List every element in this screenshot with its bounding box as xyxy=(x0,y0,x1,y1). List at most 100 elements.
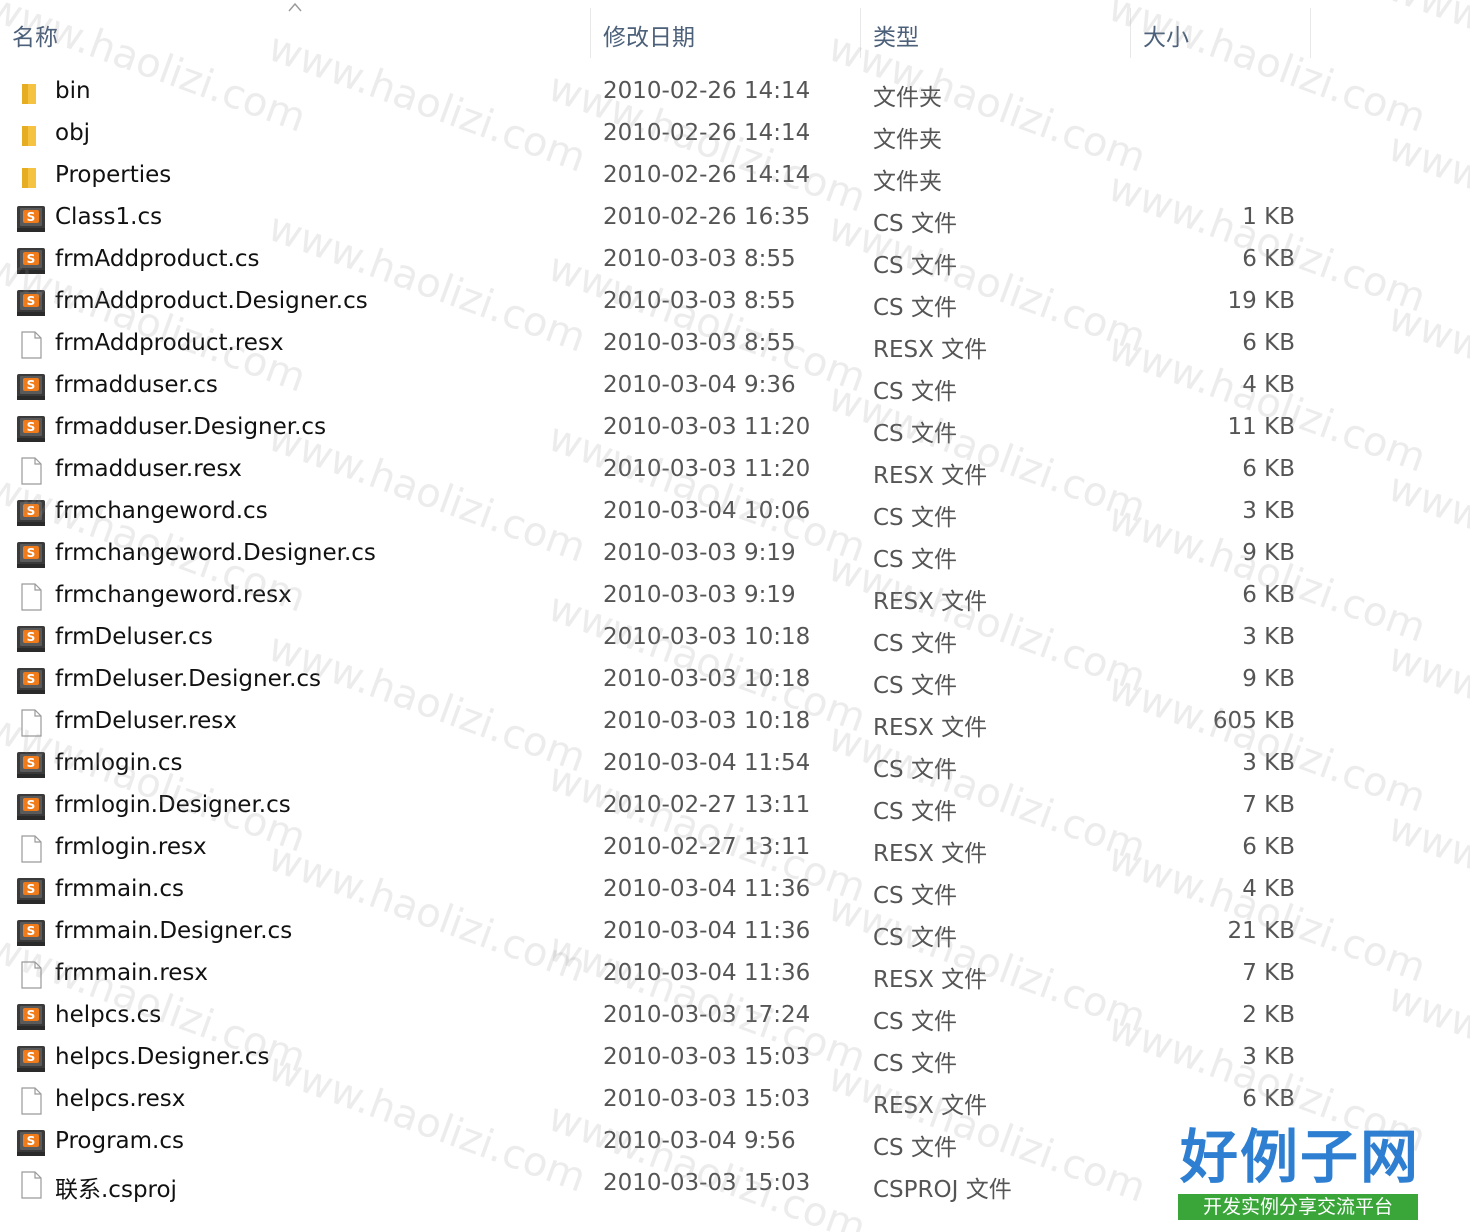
file-type: CS 文件 xyxy=(873,883,957,909)
file-size: 3 KB xyxy=(1242,498,1295,524)
column-header-date[interactable]: 修改日期 xyxy=(603,18,695,52)
file-name: helpcs.Designer.cs xyxy=(55,1044,270,1070)
file-name: Program.cs xyxy=(55,1128,184,1154)
svg-text:S: S xyxy=(27,378,36,392)
file-type: RESX 文件 xyxy=(873,715,988,741)
svg-text:S: S xyxy=(27,252,36,266)
file-name: 联系.csproj xyxy=(55,1177,177,1203)
column-header-name[interactable]: 名称 xyxy=(12,18,58,52)
cs-file-icon: S xyxy=(16,1128,46,1158)
cs-file-icon: S xyxy=(16,1044,46,1074)
list-item[interactable]: Sfrmlogin.Designer.cs 2010-02-27 13:11 CS … xyxy=(0,786,1470,828)
file-size: 6 KB xyxy=(1242,456,1295,482)
file-name: frmAddproduct.cs xyxy=(55,246,260,272)
file-size: 6 KB xyxy=(1242,582,1295,608)
file-modified-date: 2010-03-04 11:36 xyxy=(603,876,811,902)
file-modified-date: 2010-03-03 11:20 xyxy=(603,456,811,482)
list-item[interactable]: Sfrmadduser.cs 2010-03-04 9:36 CS 文件 4 KB xyxy=(0,366,1470,408)
file-name: frmDeluser.resx xyxy=(55,708,237,734)
blank-file-icon xyxy=(16,1170,46,1200)
file-modified-date: 2010-03-04 9:36 xyxy=(603,372,796,398)
svg-text:S: S xyxy=(27,546,36,560)
file-type: CS 文件 xyxy=(873,211,957,237)
list-item[interactable]: helpcs.resx 2010-03-03 15:03 RESX 文件 6 KB xyxy=(0,1080,1470,1122)
list-item[interactable]: frmAddproduct.resx 2010-03-03 8:55 RESX 文件… xyxy=(0,324,1470,366)
file-type: CS 文件 xyxy=(873,253,957,279)
file-modified-date: 2010-03-03 11:20 xyxy=(603,414,811,440)
file-type: CS 文件 xyxy=(873,1135,957,1161)
list-item[interactable]: frmmain.resx 2010-03-04 11:36 RESX 文件 7 KB xyxy=(0,954,1470,996)
list-item[interactable]: SfrmAddproduct.cs 2010-03-03 8:55 CS 文件 6 K… xyxy=(0,240,1470,282)
file-modified-date: 2010-03-03 8:55 xyxy=(603,246,796,272)
file-type: CS 文件 xyxy=(873,631,957,657)
column-divider[interactable] xyxy=(590,8,591,58)
list-item[interactable]: frmlogin.resx 2010-02-27 13:11 RESX 文件 6 KB xyxy=(0,828,1470,870)
list-item[interactable]: frmadduser.resx 2010-03-03 11:20 RESX 文件 6 … xyxy=(0,450,1470,492)
list-item[interactable]: Sfrmadduser.Designer.cs 2010-03-03 11:20 C… xyxy=(0,408,1470,450)
file-size: 7 KB xyxy=(1242,960,1295,986)
file-type: CS 文件 xyxy=(873,925,957,951)
file-modified-date: 2010-03-03 15:03 xyxy=(603,1044,811,1070)
file-type: RESX 文件 xyxy=(873,967,988,993)
cs-file-icon: S xyxy=(16,750,46,780)
list-item[interactable]: Sfrmlogin.cs 2010-03-04 11:54 CS 文件 3 KB xyxy=(0,744,1470,786)
file-type: 文件夹 xyxy=(873,127,942,153)
list-item[interactable]: S Class1.cs 2010-02-26 16:35 CS 文件 1 KB xyxy=(0,198,1470,240)
file-type: RESX 文件 xyxy=(873,1093,988,1119)
list-item[interactable]: Shelpcs.Designer.cs 2010-03-03 15:03 CS 文件… xyxy=(0,1038,1470,1080)
file-name: frmadduser.cs xyxy=(55,372,218,398)
list-item[interactable]: SfrmDeluser.Designer.cs 2010-03-03 10:18 C… xyxy=(0,660,1470,702)
list-item[interactable]: Shelpcs.cs 2010-03-03 17:24 CS 文件 2 KB xyxy=(0,996,1470,1038)
file-modified-date: 2010-02-27 13:11 xyxy=(603,792,811,818)
file-name: frmadduser.resx xyxy=(55,456,242,482)
list-item[interactable]: obj 2010-02-26 14:14 文件夹 xyxy=(0,114,1470,156)
column-divider[interactable] xyxy=(860,8,861,58)
list-item[interactable]: Sfrmchangeword.cs 2010-03-04 10:06 CS 文件 3 … xyxy=(0,492,1470,534)
list-item[interactable]: SfrmAddproduct.Designer.cs 2010-03-03 8:5… xyxy=(0,282,1470,324)
file-modified-date: 2010-02-26 16:35 xyxy=(603,204,811,230)
list-item[interactable]: Sfrmmain.cs 2010-03-04 11:36 CS 文件 4 KB xyxy=(0,870,1470,912)
file-list: bin 2010-02-26 14:14 文件夹 obj 2010-02-26 14:1… xyxy=(0,72,1470,1206)
list-item[interactable]: Properties 2010-02-26 14:14 文件夹 xyxy=(0,156,1470,198)
list-item[interactable]: frmchangeword.resx 2010-03-03 9:19 RESX 文件… xyxy=(0,576,1470,618)
column-divider[interactable] xyxy=(1130,8,1131,58)
list-item[interactable]: Sfrmmain.Designer.cs 2010-03-04 11:36 CS 文… xyxy=(0,912,1470,954)
file-modified-date: 2010-03-03 15:03 xyxy=(603,1086,811,1112)
file-size: 2 KB xyxy=(1242,1002,1295,1028)
sort-ascending-icon[interactable] xyxy=(288,2,302,12)
cs-file-icon: S xyxy=(16,204,46,234)
column-header-size[interactable]: 大小 xyxy=(1143,18,1189,52)
file-type: 文件夹 xyxy=(873,85,942,111)
file-type: CS 文件 xyxy=(873,547,957,573)
list-item[interactable]: Sfrmchangeword.Designer.cs 2010-03-03 9:1… xyxy=(0,534,1470,576)
folder-icon xyxy=(16,78,46,108)
file-modified-date: 2010-03-04 10:06 xyxy=(603,498,811,524)
folder-icon xyxy=(16,120,46,150)
file-size: 6 KB xyxy=(1242,1086,1295,1112)
logo-subtitle: 开发实例分享交流平台 xyxy=(1178,1194,1418,1220)
cs-file-icon: S xyxy=(16,540,46,570)
blank-file-icon xyxy=(16,834,46,864)
blank-file-icon xyxy=(16,960,46,990)
file-type: CS 文件 xyxy=(873,1009,957,1035)
file-modified-date: 2010-03-03 15:03 xyxy=(603,1170,811,1196)
file-type: CSPROJ 文件 xyxy=(873,1177,1012,1203)
file-modified-date: 2010-02-26 14:14 xyxy=(603,120,811,146)
column-header-type[interactable]: 类型 xyxy=(873,18,919,52)
file-name: obj xyxy=(55,120,91,146)
list-item[interactable]: SfrmDeluser.cs 2010-03-03 10:18 CS 文件 3 KB xyxy=(0,618,1470,660)
column-header-bar: 名称 修改日期 类型 大小 xyxy=(0,0,1470,60)
list-item[interactable]: bin 2010-02-26 14:14 文件夹 xyxy=(0,72,1470,114)
svg-text:S: S xyxy=(27,924,36,938)
file-name: frmmain.Designer.cs xyxy=(55,918,293,944)
file-type: CS 文件 xyxy=(873,673,957,699)
cs-file-icon: S xyxy=(16,666,46,696)
file-size: 9 KB xyxy=(1242,666,1295,692)
file-size: 4 KB xyxy=(1242,372,1295,398)
file-modified-date: 2010-03-03 17:24 xyxy=(603,1002,811,1028)
file-name: frmlogin.cs xyxy=(55,750,183,776)
file-name: frmAddproduct.Designer.cs xyxy=(55,288,368,314)
file-type: RESX 文件 xyxy=(873,463,988,489)
list-item[interactable]: frmDeluser.resx 2010-03-03 10:18 RESX 文件 60… xyxy=(0,702,1470,744)
column-divider[interactable] xyxy=(1310,8,1311,58)
